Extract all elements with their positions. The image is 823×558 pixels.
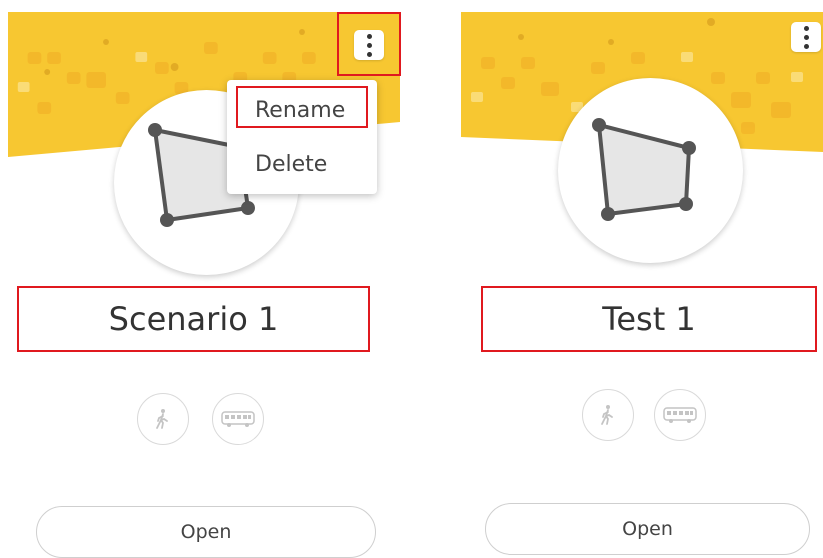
card-title: Test 1 (481, 286, 817, 352)
open-button[interactable]: Open (485, 503, 810, 555)
more-options-button[interactable] (791, 22, 821, 52)
area-avatar (558, 78, 743, 263)
walk-mode-button[interactable] (582, 389, 634, 441)
card-context-menu: Rename Delete (227, 80, 377, 194)
bus-mode-button[interactable] (654, 389, 706, 441)
walk-icon (601, 405, 613, 425)
menu-item-delete[interactable]: Delete (227, 142, 377, 188)
walk-icon (156, 409, 168, 429)
card-title: Scenario 1 (17, 286, 370, 352)
kebab-icon (366, 33, 372, 57)
kebab-icon (803, 25, 809, 49)
menu-item-rename[interactable]: Rename (227, 88, 377, 134)
walk-mode-button[interactable] (137, 393, 189, 445)
scenario-card: Rename Delete Scenario 1 Open (0, 0, 410, 558)
open-button[interactable]: Open (36, 506, 376, 558)
more-options-button[interactable] (354, 30, 384, 60)
polygon-icon (592, 118, 696, 221)
bus-icon (221, 411, 255, 427)
scenario-card: Test 1 Open (455, 0, 823, 555)
bus-mode-button[interactable] (212, 393, 264, 445)
bus-icon (663, 407, 697, 423)
